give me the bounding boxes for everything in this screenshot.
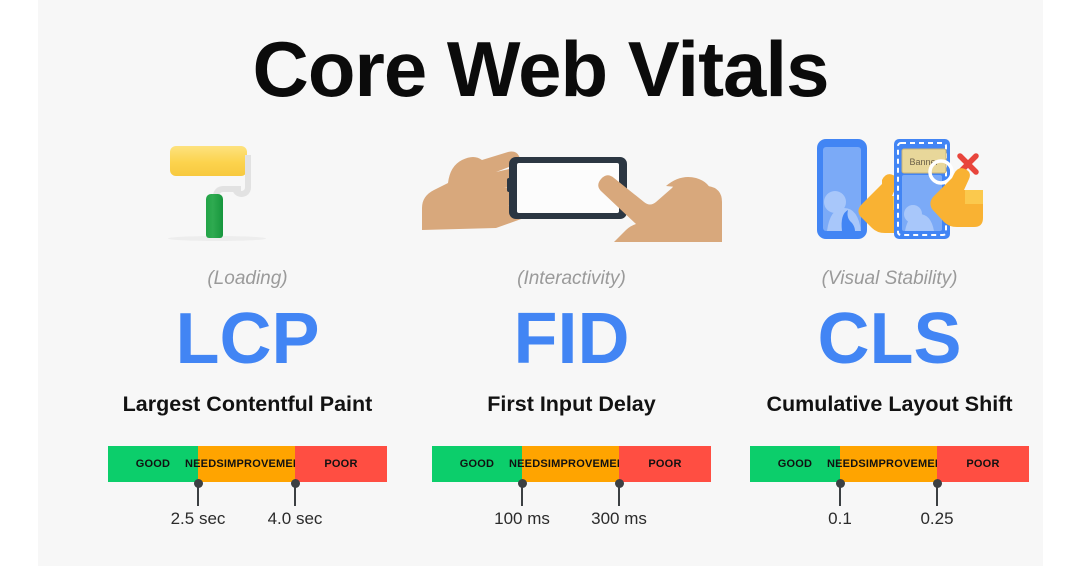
roller-handle	[206, 194, 223, 238]
metric-column-fid: (Interactivity) FID First Input Delay GO…	[404, 130, 739, 550]
segment-poor: POOR	[937, 446, 1029, 482]
segment-needs-improvement: NEEDS IMPROVEMENT	[827, 446, 950, 482]
segment-ni-line1: NEEDS	[509, 457, 548, 470]
metric-acronym-lcp: LCP	[175, 299, 320, 379]
metric-category-fid: (Interactivity)	[517, 268, 626, 289]
segment-ni-line1: NEEDS	[185, 457, 224, 470]
marker-stem	[618, 484, 620, 506]
segment-ni-line1: NEEDS	[827, 457, 866, 470]
metric-acronym-cls: CLS	[817, 299, 962, 379]
hand-fingers	[965, 190, 983, 204]
metric-name-lcp: Largest Contentful Paint	[122, 392, 373, 416]
marker-stem	[936, 484, 938, 506]
threshold-bar-track: GOOD NEEDS IMPROVEMENT POOR	[108, 446, 387, 482]
marker-stem	[839, 484, 841, 506]
marker-stem	[294, 484, 296, 506]
segment-needs-improvement: NEEDS IMPROVEMENT	[509, 446, 632, 482]
segment-needs-improvement: NEEDS IMPROVEMENT	[185, 446, 308, 482]
segment-poor: POOR	[295, 446, 387, 482]
marker-stem	[521, 484, 523, 506]
threshold-bar-track: GOOD NEEDS IMPROVEMENT POOR	[750, 446, 1029, 482]
threshold-bar-cls: GOOD NEEDS IMPROVEMENT POOR 0.1 0.25	[750, 446, 1029, 546]
threshold-label-lcp-2: 4.0 sec	[267, 509, 323, 528]
threshold-bar-track: GOOD NEEDS IMPROVEMENT POOR	[432, 446, 711, 482]
metric-column-cls: Banner (Visual Stability) CLS Cumulative…	[722, 130, 1057, 550]
threshold-label-fid-2: 300 ms	[591, 509, 647, 528]
hands-phone-illustration	[422, 151, 722, 242]
segment-poor: POOR	[619, 446, 711, 482]
metric-name-cls: Cumulative Layout Shift	[766, 392, 1013, 416]
threshold-bar-lcp: GOOD NEEDS IMPROVEMENT POOR 2.5 sec 4.0 …	[108, 446, 387, 546]
metric-category-lcp: (Loading)	[207, 268, 288, 289]
metric-category-cls: (Visual Stability)	[821, 268, 958, 289]
phone-button	[507, 178, 511, 192]
metric-name-fid: First Input Delay	[487, 392, 656, 416]
threshold-bar-fid: GOOD NEEDS IMPROVEMENT POOR 100 ms 300 m…	[432, 446, 711, 546]
layout-shift-phones-icon: Banner	[722, 130, 1057, 248]
marker-stem	[197, 484, 199, 506]
page-title: Core Web Vitals	[252, 25, 830, 113]
hands-tapping-phone-icon	[404, 130, 739, 248]
cls-illustration: Banner	[817, 139, 983, 239]
threshold-label-cls-2: 0.25	[920, 509, 954, 528]
infographic-panel: Core Web Vitals (Loading) LCP Largest Co…	[38, 0, 1043, 566]
metric-column-lcp: (Loading) LCP Largest Contentful Paint G…	[80, 130, 415, 550]
metric-acronym-fid: FID	[513, 299, 630, 379]
paint-roller-icon	[80, 130, 415, 248]
